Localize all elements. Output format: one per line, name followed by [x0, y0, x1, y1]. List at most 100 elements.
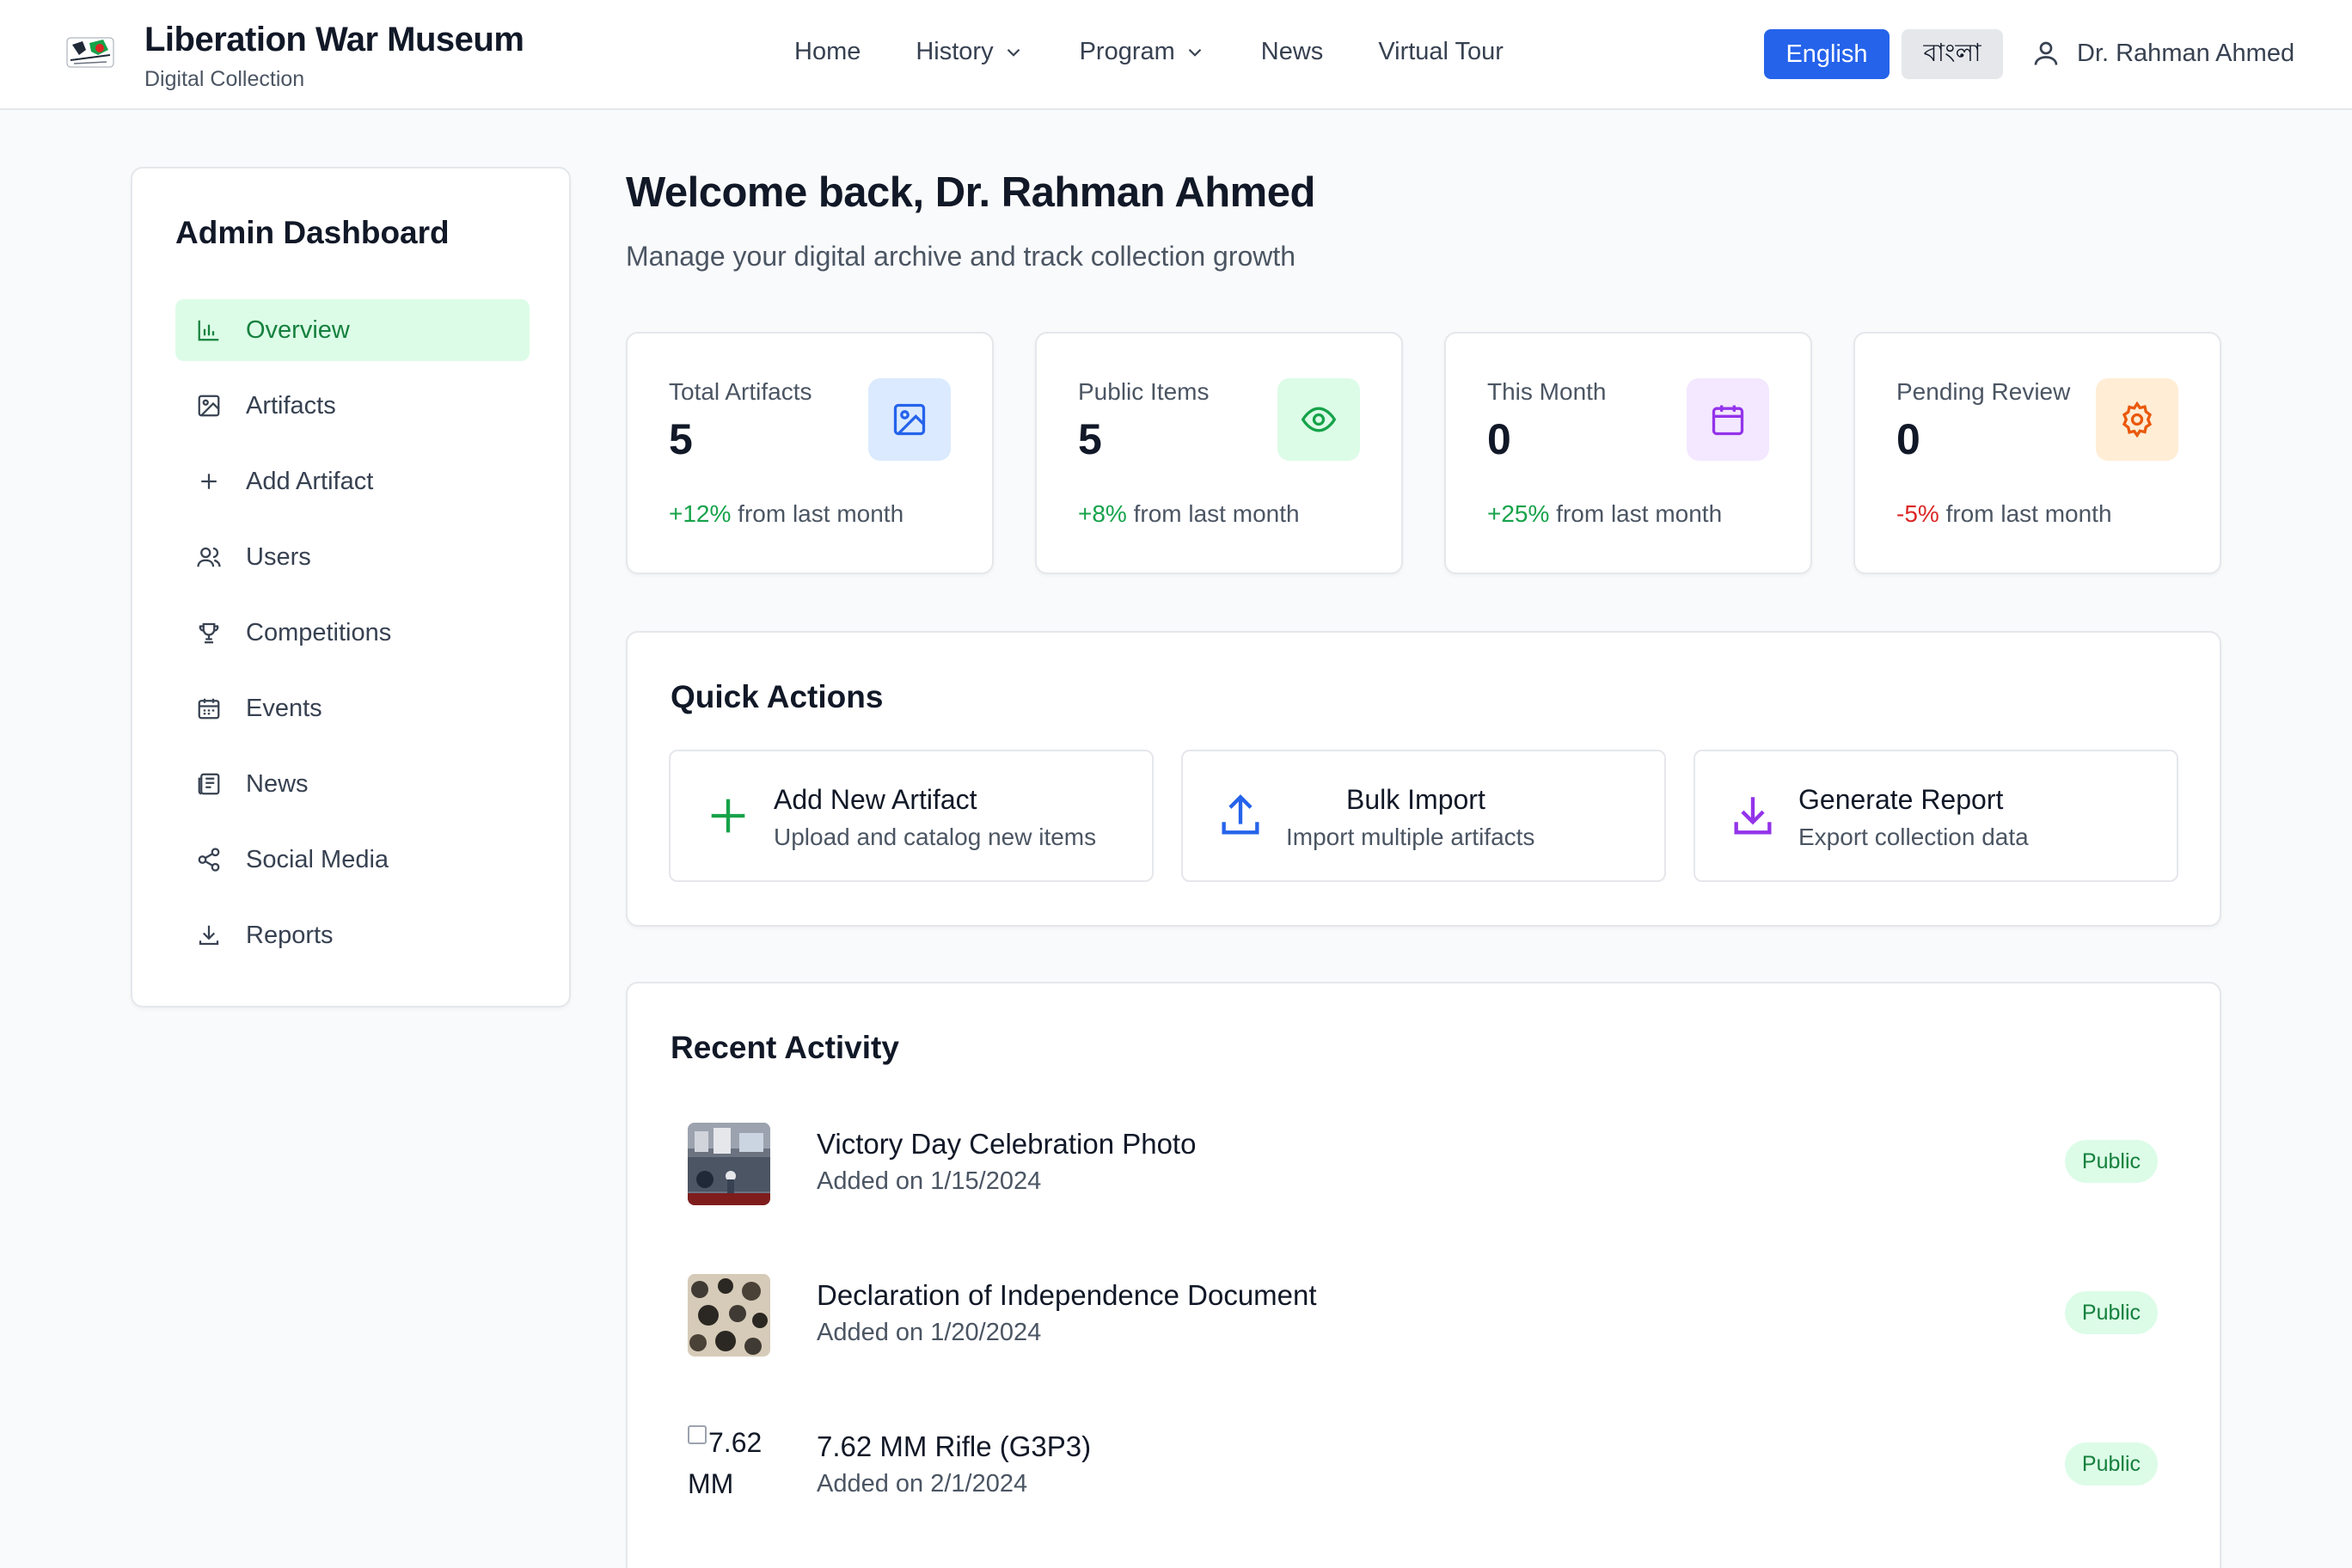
artifact-thumbnail	[688, 1274, 770, 1357]
sidebar-item-news[interactable]: News	[175, 753, 530, 815]
calendar-icon	[1712, 405, 1744, 436]
stat-change-suffix: from last month	[1549, 500, 1723, 527]
nav-home-label: Home	[794, 38, 861, 65]
nav-news-label: News	[1260, 38, 1324, 65]
download-icon	[199, 925, 219, 946]
stat-label: This Month	[1487, 378, 1607, 405]
quick-actions-panel: Quick Actions Add New Artifact Upload an…	[626, 631, 2221, 927]
broken-image-placeholder: 7.62 MM	[688, 1422, 774, 1508]
sidebar-item-events[interactable]: Events	[175, 677, 530, 739]
sidebar-item-overview[interactable]: Overview	[175, 299, 530, 361]
nav-program-label: Program	[1079, 38, 1175, 65]
stat-change-percent: +12%	[669, 500, 732, 527]
calendar-icon	[198, 698, 220, 720]
sidebar-item-artifacts[interactable]: Artifacts	[175, 375, 530, 437]
quick-action-desc: Import multiple artifacts	[1286, 824, 1535, 850]
stat-icon-box	[1687, 378, 1769, 461]
museum-logo-icon[interactable]	[60, 29, 120, 77]
nav-home[interactable]: Home	[794, 38, 861, 66]
stat-card-total-artifacts: Total Artifacts 5 +12% from last month	[626, 332, 994, 574]
list-item[interactable]: 7.62 MM 7.62 MM Rifle (G3P3) Added on 2/…	[688, 1422, 2158, 1508]
image-alt-text-line2: MM	[688, 1468, 734, 1499]
stat-card-this-month: This Month 0 +25% from last month	[1444, 332, 1812, 574]
quick-actions-title: Quick Actions	[671, 679, 884, 714]
download-icon	[1734, 797, 1772, 835]
nav-news[interactable]: News	[1261, 38, 1324, 66]
eye-icon	[1301, 407, 1337, 432]
language-english-button[interactable]: English	[1764, 29, 1890, 79]
recent-activity-title: Recent Activity	[671, 1030, 899, 1065]
bar-chart-icon	[198, 320, 219, 341]
recent-activity-panel: Recent Activity Victory Day Celebration …	[626, 982, 2221, 1568]
user-menu[interactable]: Dr. Rahman Ahmed	[2030, 38, 2294, 69]
stat-label: Pending Review	[1896, 378, 2071, 405]
bulk-import-button[interactable]: Bulk Import Import multiple artifacts	[1181, 750, 1666, 882]
image-alt-text-line1: 7.62	[708, 1427, 763, 1458]
image-icon	[198, 395, 220, 417]
trophy-icon	[199, 622, 219, 644]
activity-date: Added on 2/1/2024	[817, 1470, 1028, 1498]
nav-history[interactable]: History	[916, 38, 1024, 66]
list-item[interactable]: Declaration of Independence Document Add…	[688, 1271, 2158, 1357]
stat-change: -5% from last month	[1896, 500, 2112, 528]
sidebar-title: Admin Dashboard	[175, 215, 450, 250]
stat-icon-box	[2096, 378, 2178, 461]
stat-change: +8% from last month	[1078, 500, 1300, 528]
quick-action-desc: Upload and catalog new items	[774, 824, 1097, 850]
nav-program[interactable]: Program	[1080, 38, 1206, 66]
activity-date: Added on 1/15/2024	[817, 1167, 1042, 1195]
language-bangla-button[interactable]: বাংলা	[1902, 29, 2003, 79]
activity-title: Victory Day Celebration Photo	[817, 1128, 1197, 1160]
activity-date: Added on 1/20/2024	[817, 1319, 1042, 1346]
status-badge: Public	[2064, 1442, 2158, 1485]
sidebar-item-label: Events	[246, 694, 322, 722]
stat-value: 5	[669, 415, 693, 463]
brand-title[interactable]: Liberation War Museum	[144, 21, 524, 59]
stat-label: Total Artifacts	[669, 378, 812, 405]
sidebar-item-reports[interactable]: Reports	[175, 904, 530, 966]
nav-virtual-tour[interactable]: Virtual Tour	[1378, 38, 1504, 66]
user-icon	[2034, 41, 2058, 65]
main-nav: Home History Program News Virtual Tour	[794, 38, 1559, 66]
activity-title: 7.62 MM Rifle (G3P3)	[817, 1430, 1092, 1462]
artifact-thumbnail	[688, 1123, 770, 1205]
stat-label: Public Items	[1078, 378, 1210, 405]
newspaper-icon	[198, 773, 220, 795]
sidebar-item-social-media[interactable]: Social Media	[175, 829, 530, 891]
sidebar-item-users[interactable]: Users	[175, 526, 530, 588]
sidebar-item-competitions[interactable]: Competitions	[175, 602, 530, 664]
image-icon	[893, 403, 926, 436]
sidebar-item-label: News	[246, 769, 309, 798]
stat-change-suffix: from last month	[1939, 500, 2112, 527]
stat-card-pending-review: Pending Review 0 -5% from last month	[1853, 332, 2221, 574]
stat-value: 0	[1487, 415, 1511, 463]
list-item[interactable]: Victory Day Celebration Photo Added on 1…	[688, 1119, 2158, 1205]
add-new-artifact-button[interactable]: Add New Artifact Upload and catalog new …	[669, 750, 1154, 882]
share-icon	[198, 848, 220, 872]
stat-change: +12% from last month	[669, 500, 903, 528]
stat-change-percent: -5%	[1896, 500, 1939, 527]
activity-title: Declaration of Independence Document	[817, 1279, 1317, 1311]
user-name: Dr. Rahman Ahmed	[2077, 39, 2295, 67]
plus-icon	[711, 799, 745, 833]
settings-icon	[2122, 401, 2153, 438]
sidebar-item-add-artifact[interactable]: Add Artifact	[175, 450, 530, 512]
stat-value: 5	[1078, 415, 1102, 463]
sidebar-menu: Overview Artifacts Add Artifact Users Co…	[175, 299, 530, 980]
quick-action-title: Generate Report	[1798, 784, 2004, 815]
page-title: Welcome back, Dr. Rahman Ahmed	[626, 169, 1315, 216]
stat-icon-box	[868, 378, 951, 461]
generate-report-button[interactable]: Generate Report Export collection data	[1694, 750, 2178, 882]
sidebar-item-label: Add Artifact	[246, 467, 374, 495]
admin-sidebar: Admin Dashboard Overview Artifacts Add A…	[131, 167, 571, 1008]
chevron-down-icon	[1188, 48, 1202, 57]
stat-card-public-items: Public Items 5 +8% from last month	[1035, 332, 1403, 574]
status-badge: Public	[2064, 1291, 2158, 1334]
sidebar-item-label: Users	[246, 542, 311, 571]
upload-icon	[1222, 794, 1259, 835]
plus-icon	[201, 474, 217, 489]
stat-change-suffix: from last month	[731, 500, 904, 527]
sidebar-item-label: Artifacts	[246, 391, 336, 420]
chevron-down-icon	[1007, 48, 1020, 57]
stat-icon-box	[1277, 378, 1360, 461]
